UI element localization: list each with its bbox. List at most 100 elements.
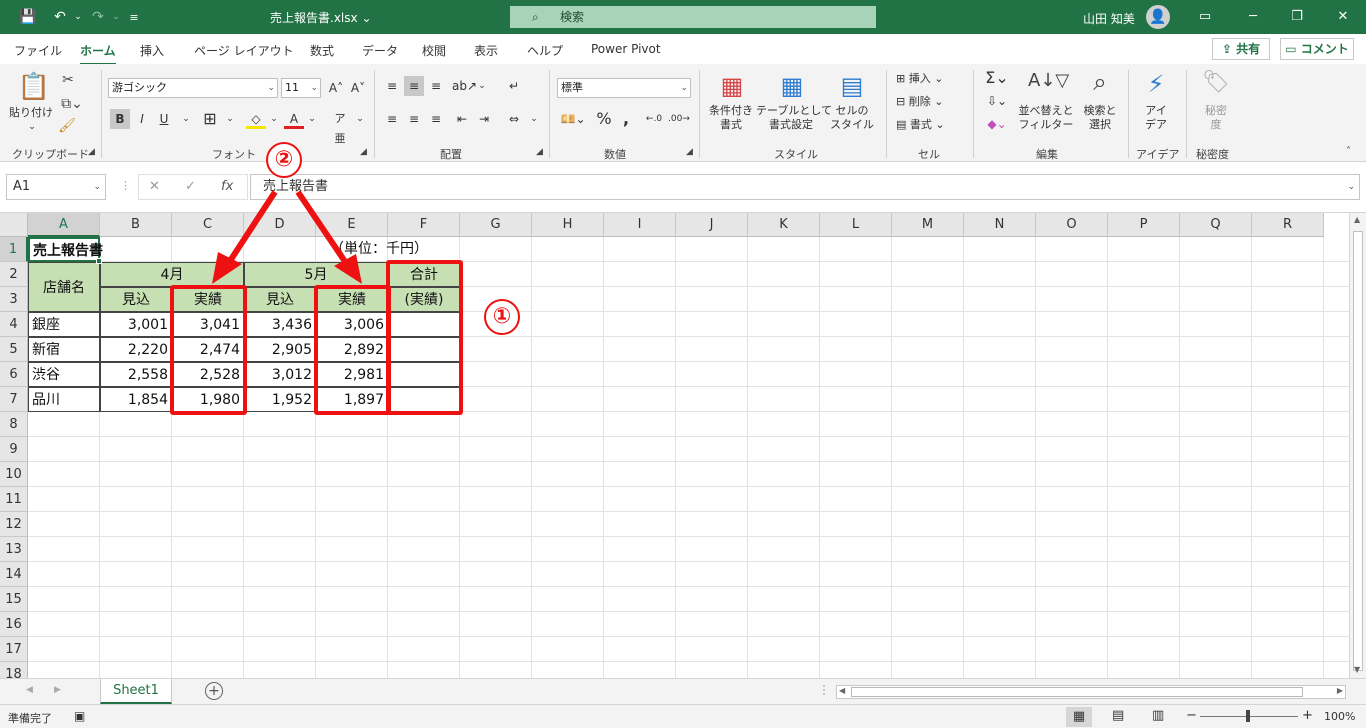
fill-icon[interactable]: ⇩⌄ [982, 91, 1012, 111]
scroll-right-icon[interactable]: ▶ [1337, 686, 1343, 695]
table-cell-may-plan[interactable]: 1,952 [244, 387, 316, 412]
increase-decimal-icon[interactable]: ←.0 [644, 109, 664, 129]
row-header-8[interactable]: 8 [0, 412, 28, 437]
table-cell-apr-plan[interactable]: 2,220 [100, 337, 172, 362]
sheet-tab-sheet1[interactable]: Sheet1 [100, 679, 172, 704]
cell-a1-title[interactable]: 売上報告書 [28, 237, 103, 262]
font-color-icon[interactable]: A [284, 109, 304, 129]
spreadsheet-grid[interactable]: A B C D E F G H I J K L M N O P Q R 1 2 3 4 5 6 7 8 9 10 11 12 13 14 15 1… [0, 213, 1349, 678]
close-icon[interactable]: ✕ [1332, 6, 1354, 28]
tab-data[interactable]: データ [362, 42, 398, 59]
normal-view-icon[interactable]: ▦ [1066, 707, 1092, 727]
cut-icon[interactable]: ✂ [60, 72, 76, 88]
row-header-16[interactable]: 16 [0, 612, 28, 637]
underline-dropdown-icon[interactable]: ⌄ [176, 109, 196, 129]
tab-help[interactable]: ヘルプ [527, 42, 563, 59]
horizontal-scroll-thumb[interactable] [851, 687, 1303, 697]
column-header-l[interactable]: L [820, 213, 892, 237]
tab-formulas[interactable]: 数式 [310, 42, 334, 59]
table-cell-may-plan[interactable]: 3,436 [244, 312, 316, 337]
underline-button[interactable]: U [154, 109, 174, 129]
scroll-up-icon[interactable]: ▲ [1354, 215, 1360, 224]
format-as-table-button[interactable]: テーブルとして 書式設定 [756, 104, 832, 132]
cell-e1-unit[interactable]: （単位：千円） [316, 237, 460, 262]
percent-icon[interactable]: % [594, 109, 614, 129]
zoom-out-icon[interactable]: − [1186, 708, 1197, 723]
align-right-icon[interactable]: ≡ [426, 109, 446, 129]
align-left-icon[interactable]: ≡ [382, 109, 402, 129]
italic-button[interactable]: I [132, 109, 152, 129]
find-select-icon[interactable]: ⌕ [1084, 68, 1116, 96]
paste-dropdown-icon[interactable]: ⌄ [22, 120, 42, 134]
redo-icon[interactable]: ↷ [88, 7, 108, 27]
format-cells-button[interactable]: ▤ 書式 ⌄ [896, 118, 962, 132]
search-box[interactable]: ⌕ 検索 [510, 6, 876, 28]
table-cell-store[interactable]: 渋谷 [28, 362, 100, 387]
cancel-icon[interactable]: ✕ [149, 179, 160, 194]
row-header-2[interactable]: 2 [0, 262, 28, 287]
sensitivity-icon[interactable]: 🏷 [1202, 70, 1230, 95]
undo-dropdown-icon[interactable]: ⌄ [68, 7, 88, 27]
align-middle-icon[interactable]: ≡ [404, 76, 424, 96]
format-painter-icon[interactable]: 🖌 [58, 118, 76, 134]
font-size-select[interactable]: 11 ⌄ [281, 78, 321, 98]
tab-view[interactable]: 表示 [474, 42, 498, 59]
restore-icon[interactable]: ❐ [1286, 6, 1308, 28]
macro-record-icon[interactable]: ▣ [74, 709, 85, 723]
insert-cells-button[interactable]: ⊞ 挿入 ⌄ [896, 72, 962, 86]
increase-indent-icon[interactable]: ⇥ [474, 109, 494, 129]
table-cell-apr-plan[interactable]: 2,558 [100, 362, 172, 387]
row-header-11[interactable]: 11 [0, 487, 28, 512]
row-header-7[interactable]: 7 [0, 387, 28, 412]
align-center-icon[interactable]: ≡ [404, 109, 424, 129]
sensitivity-button[interactable]: 秘密 度 [1196, 104, 1236, 132]
column-header-o[interactable]: O [1036, 213, 1108, 237]
table-cell-may-plan[interactable]: 3,012 [244, 362, 316, 387]
enter-icon[interactable]: ✓ [185, 179, 196, 194]
clear-icon[interactable]: ◆⌄ [982, 114, 1012, 134]
ideas-icon[interactable]: ⚡ [1142, 70, 1170, 98]
find-select-button[interactable]: 検索と 選択 [1078, 104, 1122, 132]
comments-button[interactable]: ▭ コメント [1280, 38, 1354, 60]
table-cell-may-plan[interactable]: 2,905 [244, 337, 316, 362]
copy-icon[interactable]: ⧉⌄ [58, 96, 86, 112]
table-cell-store[interactable]: 品川 [28, 387, 100, 412]
table-cell-apr-plan[interactable]: 3,001 [100, 312, 172, 337]
column-header-f[interactable]: F [388, 213, 460, 237]
tab-home[interactable]: ホーム [80, 42, 116, 65]
merge-center-icon[interactable]: ⇔ [504, 109, 524, 129]
column-header-i[interactable]: I [604, 213, 676, 237]
cell-apr-plan-header[interactable]: 見込 [100, 287, 172, 312]
row-header-12[interactable]: 12 [0, 512, 28, 537]
tab-page-layout[interactable]: ページ レイアウト [194, 42, 294, 59]
row-header-15[interactable]: 15 [0, 587, 28, 612]
column-header-n[interactable]: N [964, 213, 1036, 237]
row-header-9[interactable]: 9 [0, 437, 28, 462]
clipboard-launcher-icon[interactable]: ◢ [88, 147, 95, 157]
bold-button[interactable]: B [110, 109, 130, 129]
conditional-format-button[interactable]: 条件付き 書式 [704, 104, 758, 132]
select-all-corner[interactable] [0, 213, 28, 237]
share-button[interactable]: ⇪ 共有 [1212, 38, 1270, 60]
accounting-format-icon[interactable]: 💴⌄ [558, 109, 588, 129]
row-header-3[interactable]: 3 [0, 287, 28, 312]
scroll-left-icon[interactable]: ◀ [839, 686, 845, 695]
borders-dropdown-icon[interactable]: ⌄ [220, 109, 240, 129]
column-header-q[interactable]: Q [1180, 213, 1252, 237]
wrap-text-icon[interactable]: ↵ [504, 76, 524, 96]
tab-insert[interactable]: 挿入 [140, 42, 164, 59]
align-top-icon[interactable]: ≡ [382, 76, 402, 96]
cell-store-header[interactable]: 店舗名 [28, 262, 100, 312]
fill-color-dropdown-icon[interactable]: ⌄ [264, 109, 284, 129]
borders-icon[interactable]: ⊞ [200, 109, 220, 129]
sort-filter-button[interactable]: 並べ替えと フィルター [1016, 104, 1076, 132]
scroll-down-icon[interactable]: ▼ [1354, 665, 1360, 674]
decrease-font-icon[interactable]: A˅ [348, 78, 368, 98]
row-header-17[interactable]: 17 [0, 637, 28, 662]
alignment-launcher-icon[interactable]: ◢ [536, 147, 543, 157]
drag-handle-icon[interactable]: ⋮ [120, 179, 131, 192]
prev-sheet-icon[interactable]: ◀ [26, 685, 33, 695]
row-header-5[interactable]: 5 [0, 337, 28, 362]
row-header-6[interactable]: 6 [0, 362, 28, 387]
table-cell-apr-plan[interactable]: 1,854 [100, 387, 172, 412]
